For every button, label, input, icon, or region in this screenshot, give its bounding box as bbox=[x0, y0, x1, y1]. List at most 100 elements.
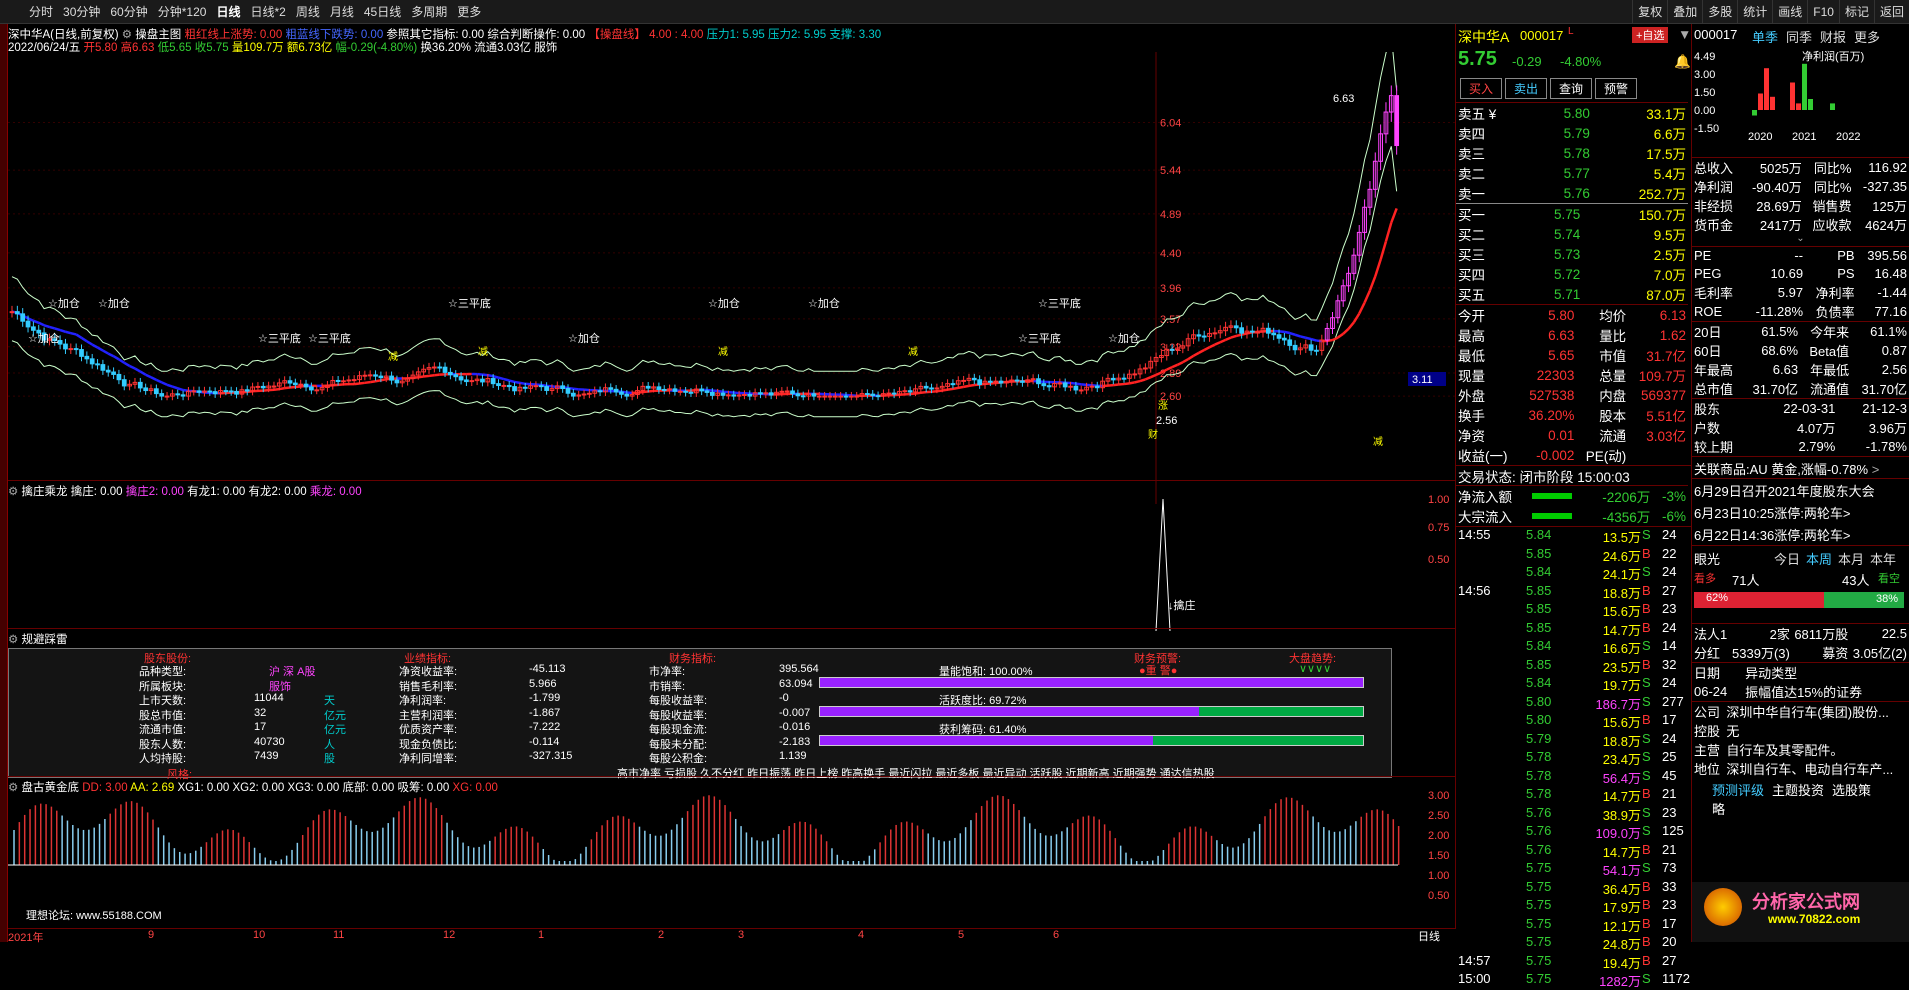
price-tag: 3.11 bbox=[1412, 374, 1433, 386]
cell: 5.74 bbox=[1520, 224, 1582, 244]
period-tab[interactable]: 日线*2 bbox=[245, 0, 290, 24]
trade-button[interactable]: 预警 bbox=[1595, 78, 1637, 99]
toolbar-button[interactable]: 返回 bbox=[1874, 0, 1909, 24]
candle-body bbox=[117, 374, 121, 379]
eye-tab[interactable]: 本周 bbox=[1806, 549, 1832, 568]
period-tab[interactable]: 分时 bbox=[24, 0, 58, 24]
ratio-fill bbox=[820, 736, 1153, 745]
candle-body bbox=[352, 380, 356, 381]
cell: 负债率 bbox=[1805, 302, 1856, 321]
info-key: 每股公积金: bbox=[649, 750, 707, 766]
fin-row: 地位深圳自行车、电动自行车产... bbox=[1692, 759, 1909, 778]
period-tab[interactable]: 更多 bbox=[452, 0, 486, 24]
fin-tab[interactable]: 财报 bbox=[1820, 30, 1846, 45]
tick-count: 45 bbox=[1662, 768, 1676, 783]
expand-icon[interactable]: ⌄ bbox=[1692, 234, 1909, 246]
candle-body bbox=[855, 396, 859, 397]
trade-button[interactable]: 卖出 bbox=[1505, 78, 1547, 99]
candle-body bbox=[999, 381, 1003, 383]
fin-link[interactable]: 主题投资 bbox=[1772, 783, 1824, 798]
fin-rows-3: 20日61.5%今年来61.1%60日68.6%Beta值0.87年最高6.63… bbox=[1692, 321, 1909, 398]
news-item[interactable]: 6月29日召开2021年度股东大会 bbox=[1692, 479, 1909, 501]
candle-body bbox=[165, 396, 169, 397]
y-tick: 3.96 bbox=[1160, 283, 1181, 295]
period-tab[interactable]: 分钟*120 bbox=[153, 0, 212, 24]
tick-row: 5.7918.8万S24 bbox=[1456, 731, 1691, 750]
trade-button[interactable]: 买入 bbox=[1460, 78, 1502, 99]
period-tab[interactable]: 日线 bbox=[211, 0, 245, 24]
chevron-down-icon[interactable]: ▼ bbox=[1678, 27, 1691, 42]
eye-tab[interactable]: 本月 bbox=[1838, 549, 1864, 568]
eye-tab[interactable]: 本年 bbox=[1870, 549, 1896, 568]
candle-body bbox=[154, 389, 158, 394]
fin-tab[interactable]: 更多 bbox=[1854, 30, 1880, 45]
cell: 5.77 bbox=[1535, 163, 1592, 183]
candle-body bbox=[432, 367, 436, 368]
eye-tab[interactable]: 今日 bbox=[1774, 549, 1800, 568]
gear-icon[interactable]: ⚙ bbox=[8, 634, 22, 646]
ma-segment bbox=[274, 389, 279, 390]
candle-body bbox=[892, 393, 896, 394]
toolbar-button[interactable]: 画线 bbox=[1772, 0, 1807, 24]
ma-segment bbox=[1231, 336, 1236, 338]
candle-body bbox=[1202, 336, 1206, 337]
cell: 5.72 bbox=[1520, 264, 1582, 284]
candle-body bbox=[849, 396, 853, 397]
fin-link[interactable]: 预测评级 bbox=[1712, 783, 1764, 798]
cell: 募资 bbox=[1792, 643, 1850, 662]
fin-row: ROE-11.28%负债率77.16 bbox=[1692, 302, 1909, 321]
cell: 销售费 bbox=[1804, 196, 1854, 215]
fin-tab[interactable]: 单季 bbox=[1752, 30, 1778, 45]
candle-body bbox=[10, 312, 14, 313]
related-row[interactable]: 关联商品:AU 黄金,涨幅-0.78% > bbox=[1692, 456, 1909, 478]
trade-button[interactable]: 查询 bbox=[1550, 78, 1592, 99]
ma-segment bbox=[39, 323, 44, 325]
period-tab[interactable]: 周线 bbox=[291, 0, 325, 24]
flow-fill bbox=[1532, 493, 1572, 499]
ma-segment bbox=[638, 392, 643, 393]
cell: 22-03-31 bbox=[1755, 398, 1837, 418]
toolbar-button[interactable]: 复权 bbox=[1632, 0, 1667, 24]
cell: 现量 bbox=[1456, 365, 1518, 385]
related-goods: 关联商品:AU 黄金,涨幅-0.78% bbox=[1694, 462, 1868, 477]
tick-list[interactable]: 14:555.8413.5万S245.8524.6万B225.8424.1万S2… bbox=[1456, 526, 1691, 990]
info-row: 市净率:395.564 bbox=[649, 663, 819, 678]
toolbar-button[interactable]: F10 bbox=[1807, 0, 1839, 24]
fin-tab[interactable]: 同季 bbox=[1786, 30, 1812, 45]
ma-segment bbox=[1349, 322, 1354, 329]
toolbar-button[interactable]: 多股 bbox=[1702, 0, 1737, 24]
period-tab[interactable]: 30分钟 bbox=[58, 0, 105, 24]
tick-vol: 23.4万 bbox=[1603, 749, 1641, 768]
candle-body bbox=[138, 382, 142, 388]
gear-icon[interactable]: ⚙ bbox=[8, 782, 22, 794]
cell: 买三 bbox=[1456, 244, 1520, 264]
news-item[interactable]: 6月22日14:36涨停:两轮车> bbox=[1692, 523, 1909, 545]
period-tab[interactable]: 月线 bbox=[325, 0, 359, 24]
toolbar-button[interactable]: 标记 bbox=[1839, 0, 1874, 24]
ma-segment bbox=[151, 377, 156, 380]
ma-segment bbox=[108, 354, 113, 357]
kline-chart[interactable]: 6.045.444.894.403.963.573.222.892.60☆加仓☆… bbox=[8, 52, 1456, 504]
ma-segment bbox=[552, 386, 557, 387]
add-watchlist-button[interactable]: +自选 bbox=[1632, 27, 1668, 43]
tick-time: 15:00 bbox=[1458, 971, 1491, 986]
period-tab[interactable]: 45日线 bbox=[359, 0, 406, 24]
toolbar-button[interactable]: 叠加 bbox=[1667, 0, 1702, 24]
candle-body bbox=[1090, 386, 1094, 387]
sub2-name[interactable]: 规避踩雷 bbox=[22, 634, 68, 646]
bear-label: 看空 bbox=[1878, 570, 1900, 586]
sub3-name[interactable]: 盘古黄金底 bbox=[22, 782, 80, 794]
candle-body bbox=[588, 393, 592, 394]
left-sidebar[interactable] bbox=[0, 24, 8, 942]
cell: 卖三 bbox=[1456, 143, 1535, 163]
bell-icon[interactable]: 🔔 bbox=[1674, 54, 1691, 70]
toolbar-button[interactable]: 统计 bbox=[1737, 0, 1772, 24]
news-item[interactable]: 6月23日10:25涨停:两轮车> bbox=[1692, 501, 1909, 523]
cell: ROE bbox=[1692, 302, 1743, 321]
tick-price: 5.80 bbox=[1526, 712, 1551, 727]
period-tab[interactable]: 60分钟 bbox=[105, 0, 152, 24]
lower-band bbox=[12, 146, 1397, 416]
fin-row: 总收入5025万同比%116.92 bbox=[1692, 158, 1909, 178]
period-tab[interactable]: 多周期 bbox=[406, 0, 452, 24]
forum-link[interactable]: 理想论坛: www.55188.COM bbox=[26, 907, 162, 923]
